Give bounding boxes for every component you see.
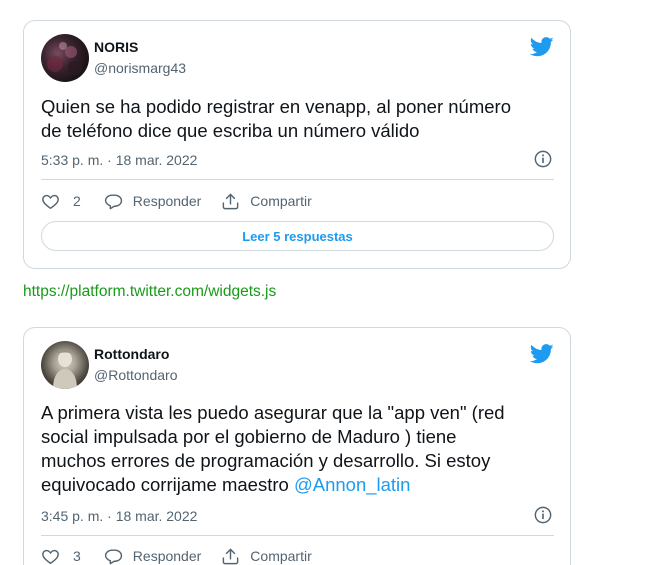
- read-replies-button[interactable]: Leer 5 respuestas: [41, 221, 554, 251]
- like-button[interactable]: 3: [41, 547, 104, 565]
- tweet-actions: 2 Responder Compartir: [41, 189, 312, 213]
- tweet-timestamp[interactable]: 3:45 p. m. · 18 mar. 2022: [41, 508, 197, 524]
- tweet-actions: 3 Responder Compartir: [41, 544, 312, 565]
- share-button[interactable]: Compartir: [221, 547, 312, 565]
- widgets-script-link[interactable]: https://platform.twitter.com/widgets.js: [23, 283, 276, 301]
- share-button[interactable]: Compartir: [221, 192, 312, 211]
- reply-button[interactable]: Responder: [104, 192, 222, 211]
- share-icon: [222, 193, 239, 209]
- reply-label: Responder: [132, 193, 202, 209]
- user-handle[interactable]: @norismarg43: [94, 60, 186, 76]
- heart-icon: [42, 194, 59, 209]
- twitter-bird-icon[interactable]: [530, 36, 554, 58]
- speech-bubble-icon: [104, 193, 122, 209]
- avatar[interactable]: [41, 34, 89, 82]
- share-icon: [222, 548, 239, 564]
- tweet-timestamp[interactable]: 5:33 p. m. · 18 mar. 2022: [41, 152, 197, 168]
- avatar-image: [47, 42, 82, 75]
- like-count: 3: [73, 548, 81, 564]
- user-handle[interactable]: @Rottondaro: [94, 367, 177, 383]
- display-name[interactable]: NORIS: [94, 39, 138, 55]
- twitter-bird-icon[interactable]: [530, 343, 554, 365]
- page: NORIS @norismarg43 Quien se ha podido re…: [0, 0, 664, 565]
- tweet-text-body: A primera vista les puedo asegurar que l…: [41, 402, 505, 495]
- reply-label: Responder: [132, 548, 202, 564]
- divider: [41, 535, 554, 536]
- info-icon[interactable]: [534, 506, 552, 524]
- avatar-image: [53, 350, 77, 389]
- info-icon[interactable]: [534, 150, 552, 168]
- tweet-card[interactable]: NORIS @norismarg43 Quien se ha podido re…: [23, 20, 571, 269]
- tweet-text: Quien se ha podido registrar en venapp, …: [41, 96, 511, 141]
- display-name[interactable]: Rottondaro: [94, 346, 169, 362]
- tweet-card[interactable]: Rottondaro @Rottondaro A primera vista l…: [23, 327, 571, 565]
- like-count: 2: [73, 193, 81, 209]
- reply-button[interactable]: Responder: [104, 547, 222, 565]
- share-label: Compartir: [250, 193, 312, 209]
- heart-icon: [42, 549, 59, 564]
- like-button[interactable]: 2: [41, 192, 104, 211]
- share-label: Compartir: [250, 548, 312, 564]
- divider: [41, 179, 554, 180]
- avatar[interactable]: [41, 341, 89, 389]
- mention-link[interactable]: @Annon_latin: [294, 474, 411, 495]
- tweet-text: A primera vista les puedo asegurar que l…: [41, 401, 556, 497]
- speech-bubble-icon: [104, 548, 122, 564]
